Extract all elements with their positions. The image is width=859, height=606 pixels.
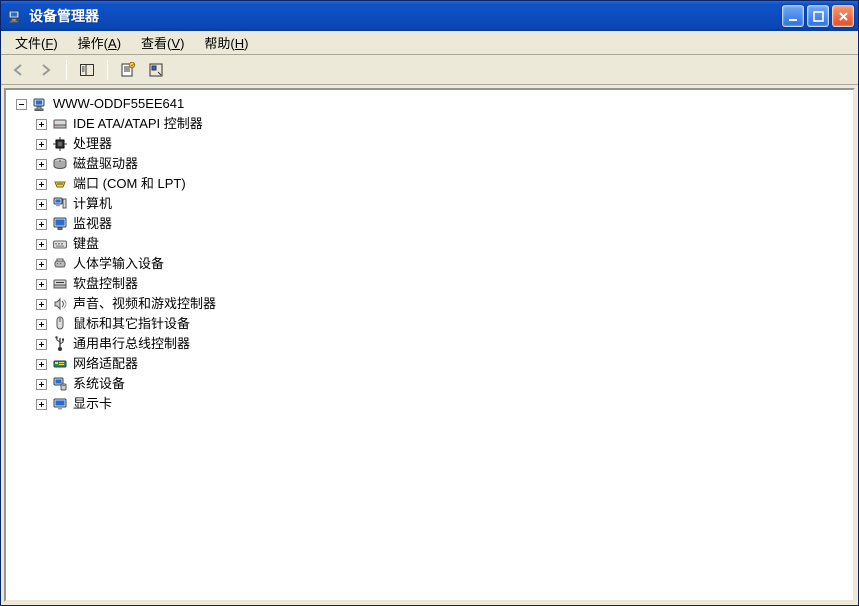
toolbar-separator <box>66 60 67 80</box>
collapse-icon[interactable] <box>16 99 27 110</box>
expand-icon[interactable] <box>36 119 47 130</box>
content-area: WWW-ODDF55EE641 IDE ATA/ATAPI 控制器处理器磁盘驱动… <box>1 85 858 605</box>
tree-item-label: 系统设备 <box>73 374 125 394</box>
tree-item[interactable]: 系统设备 <box>36 374 853 394</box>
tree-item[interactable]: IDE ATA/ATAPI 控制器 <box>36 114 853 134</box>
tree-item[interactable]: 计算机 <box>36 194 853 214</box>
tree-item-label: 监视器 <box>73 214 112 234</box>
tree-item-label: 网络适配器 <box>73 354 138 374</box>
device-manager-window: 设备管理器 文件(F) 操作(A) 查看(V) 帮助(H) <box>0 0 859 606</box>
system-icon <box>52 376 68 392</box>
titlebar: 设备管理器 <box>1 1 858 31</box>
tree-item-label: 磁盘驱动器 <box>73 154 138 174</box>
show-hide-tree-button[interactable] <box>76 59 98 81</box>
toolbar-separator <box>107 60 108 80</box>
maximize-button[interactable] <box>807 5 829 27</box>
sound-icon <box>52 296 68 312</box>
port-icon <box>52 176 68 192</box>
tree-item[interactable]: 网络适配器 <box>36 354 853 374</box>
tree-item-label: IDE ATA/ATAPI 控制器 <box>73 114 203 134</box>
window-title: 设备管理器 <box>29 6 782 26</box>
tree-item-label: 显示卡 <box>73 394 112 414</box>
scan-hardware-button[interactable] <box>145 59 167 81</box>
expand-icon[interactable] <box>36 279 47 290</box>
expand-icon[interactable] <box>36 299 47 310</box>
expand-icon[interactable] <box>36 339 47 350</box>
tree-item-label: 处理器 <box>73 134 112 154</box>
menu-view[interactable]: 查看(V) <box>131 31 194 54</box>
tree-item[interactable]: 鼠标和其它指针设备 <box>36 314 853 334</box>
expand-icon[interactable] <box>36 179 47 190</box>
expand-icon[interactable] <box>36 159 47 170</box>
tree-item[interactable]: 监视器 <box>36 214 853 234</box>
close-button[interactable] <box>832 5 854 27</box>
tree-item[interactable]: 磁盘驱动器 <box>36 154 853 174</box>
expand-icon[interactable] <box>36 219 47 230</box>
tree-item-label: 通用串行总线控制器 <box>73 334 190 354</box>
nav-back-button[interactable] <box>7 59 29 81</box>
expand-icon[interactable] <box>36 399 47 410</box>
expand-icon[interactable] <box>36 139 47 150</box>
toolbar <box>1 55 858 85</box>
expand-icon[interactable] <box>36 379 47 390</box>
hid-icon <box>52 256 68 272</box>
menu-action[interactable]: 操作(A) <box>68 31 131 54</box>
net-icon <box>52 356 68 372</box>
device-tree[interactable]: WWW-ODDF55EE641 IDE ATA/ATAPI 控制器处理器磁盘驱动… <box>4 88 855 602</box>
tree-item-label: 键盘 <box>73 234 99 254</box>
menu-help[interactable]: 帮助(H) <box>194 31 258 54</box>
tree-item[interactable]: 人体学输入设备 <box>36 254 853 274</box>
tree-item-label: 计算机 <box>73 194 112 214</box>
tree-item[interactable]: 通用串行总线控制器 <box>36 334 853 354</box>
usb-icon <box>52 336 68 352</box>
pc-icon <box>52 196 68 212</box>
menu-label: 帮助 <box>204 36 230 51</box>
expand-icon[interactable] <box>36 359 47 370</box>
expand-icon[interactable] <box>36 259 47 270</box>
tree-item-label: 声音、视频和游戏控制器 <box>73 294 216 314</box>
monitor-icon <box>52 216 68 232</box>
tree-item[interactable]: 声音、视频和游戏控制器 <box>36 294 853 314</box>
computer-icon <box>32 96 48 112</box>
tree-item[interactable]: 端口 (COM 和 LPT) <box>36 174 853 194</box>
tree-item[interactable]: 键盘 <box>36 234 853 254</box>
floppy-icon <box>52 276 68 292</box>
tree-item-label: 鼠标和其它指针设备 <box>73 314 190 334</box>
hdd-ctrl-icon <box>52 116 68 132</box>
menubar: 文件(F) 操作(A) 查看(V) 帮助(H) <box>1 31 858 55</box>
tree-root[interactable]: WWW-ODDF55EE641 <box>16 94 853 114</box>
menu-label: 操作 <box>78 36 104 51</box>
menu-label: 查看 <box>141 36 167 51</box>
window-controls <box>782 5 854 27</box>
tree-item[interactable]: 软盘控制器 <box>36 274 853 294</box>
mouse-icon <box>52 316 68 332</box>
app-icon <box>7 8 23 24</box>
tree-root-label: WWW-ODDF55EE641 <box>53 94 184 114</box>
menu-file[interactable]: 文件(F) <box>5 31 68 54</box>
tree-item[interactable]: 显示卡 <box>36 394 853 414</box>
minimize-button[interactable] <box>782 5 804 27</box>
expand-icon[interactable] <box>36 319 47 330</box>
tree-item-label: 端口 (COM 和 LPT) <box>73 174 186 194</box>
tree-item[interactable]: 处理器 <box>36 134 853 154</box>
display-icon <box>52 396 68 412</box>
keyboard-icon <box>52 236 68 252</box>
expand-icon[interactable] <box>36 239 47 250</box>
disk-icon <box>52 156 68 172</box>
menu-label: 文件 <box>15 36 41 51</box>
tree-item-label: 软盘控制器 <box>73 274 138 294</box>
tree-item-label: 人体学输入设备 <box>73 254 164 274</box>
nav-forward-button[interactable] <box>35 59 57 81</box>
expand-icon[interactable] <box>36 199 47 210</box>
properties-button[interactable] <box>117 59 139 81</box>
cpu-icon <box>52 136 68 152</box>
